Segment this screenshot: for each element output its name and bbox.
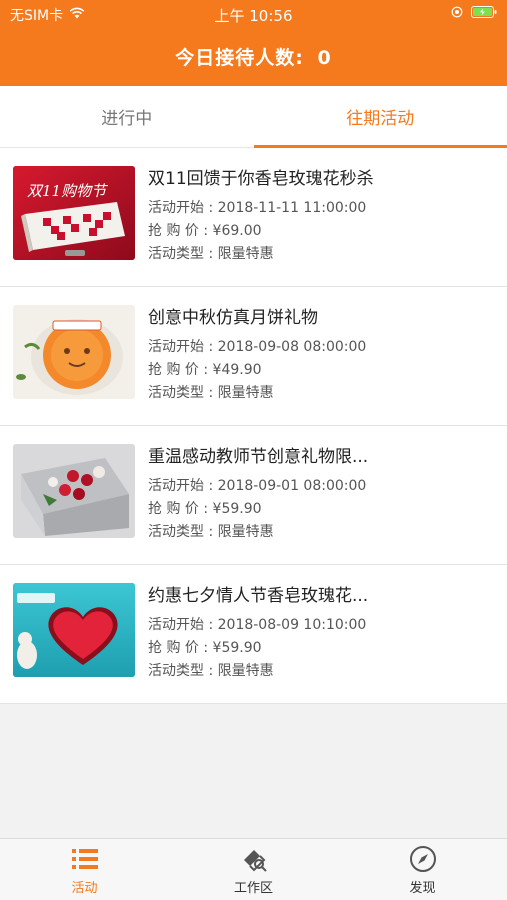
- activity-thumbnail: [13, 444, 135, 538]
- price-value: ¥69.00: [212, 223, 262, 239]
- type-label: 活动类型 :: [148, 663, 218, 679]
- start-label: 活动开始 :: [148, 478, 218, 494]
- tab-activities[interactable]: 活动: [0, 839, 169, 900]
- visitor-count: 0: [317, 47, 332, 69]
- list-icon: [70, 844, 100, 874]
- price-value: ¥59.90: [212, 640, 262, 656]
- bottom-tab-bar: 活动 工作区 发现: [0, 838, 507, 900]
- tab-label: 工作区: [233, 880, 273, 896]
- type-value: 限量特惠: [217, 524, 274, 540]
- start-time: 2018-09-08 08:00:00: [217, 339, 367, 355]
- list-item[interactable]: 约惠七夕情人节香皂玫瑰花... 活动开始 : 2018-08-09 10:10:…: [0, 565, 507, 704]
- price-label: 抢 购 价 :: [148, 362, 213, 378]
- price-value: ¥49.90: [212, 362, 262, 378]
- price-label: 抢 购 价 :: [148, 640, 213, 656]
- tab-label: 活动: [71, 880, 98, 896]
- start-label: 活动开始 :: [148, 617, 218, 633]
- activity-name: 重温感动教师节创意礼物限...: [148, 447, 369, 467]
- activity-thumbnail: [13, 583, 135, 677]
- tab-label: 发现: [409, 880, 436, 896]
- start-label: 活动开始 :: [148, 339, 218, 355]
- start-label: 活动开始 :: [148, 200, 218, 216]
- list-item[interactable]: 重温感动教师节创意礼物限... 活动开始 : 2018-09-01 08:00:…: [0, 426, 507, 565]
- activity-list: 双11购物节 双11回馈于你香皂玫瑰花秒杀 活动开始 : 2018-11-11 …: [0, 148, 507, 704]
- orientation-lock-icon: [451, 6, 463, 22]
- title-prefix: 今日接待人数:: [175, 47, 304, 69]
- status-bar: 无SIM卡 上午 10:56: [0, 0, 507, 28]
- tab-past-activities[interactable]: 往期活动: [253, 86, 507, 148]
- tab-bar-top: 进行中 往期活动: [0, 86, 507, 148]
- tab-ongoing[interactable]: 进行中: [0, 86, 254, 147]
- activity-name: 创意中秋仿真月饼礼物: [148, 308, 318, 328]
- activity-thumbnail: [13, 305, 135, 399]
- type-value: 限量特惠: [217, 385, 274, 401]
- workspace-icon: [239, 844, 269, 874]
- activity-name: 约惠七夕情人节香皂玫瑰花...: [148, 586, 369, 606]
- status-time: 上午 10:56: [214, 7, 293, 25]
- start-time: 2018-08-09 10:10:00: [217, 617, 367, 633]
- type-label: 活动类型 :: [148, 524, 218, 540]
- list-item[interactable]: 双11购物节 双11回馈于你香皂玫瑰花秒杀 活动开始 : 2018-11-11 …: [0, 148, 507, 287]
- type-value: 限量特惠: [217, 663, 274, 679]
- price-value: ¥59.90: [212, 501, 262, 517]
- tab-discover[interactable]: 发现: [338, 839, 507, 900]
- type-label: 活动类型 :: [148, 246, 218, 262]
- start-time: 2018-09-01 08:00:00: [217, 478, 367, 494]
- price-label: 抢 购 价 :: [148, 223, 213, 239]
- compass-icon: [408, 844, 438, 874]
- page-title: 今日接待人数: 0: [0, 43, 507, 70]
- activity-thumbnail: 双11购物节: [13, 166, 135, 260]
- price-label: 抢 购 价 :: [148, 501, 213, 517]
- tab-workspace[interactable]: 工作区: [169, 839, 338, 900]
- list-item[interactable]: 创意中秋仿真月饼礼物 活动开始 : 2018-09-08 08:00:00 抢 …: [0, 287, 507, 426]
- start-time: 2018-11-11 11:00:00: [217, 200, 367, 216]
- thumbnail-caption: 双11购物节: [27, 182, 108, 200]
- battery-icon: [471, 6, 497, 22]
- top-header: 无SIM卡 上午 10:56 今日接待人数: 0: [0, 0, 507, 86]
- activity-name: 双11回馈于你香皂玫瑰花秒杀: [148, 169, 374, 189]
- type-label: 活动类型 :: [148, 385, 218, 401]
- type-value: 限量特惠: [217, 246, 274, 262]
